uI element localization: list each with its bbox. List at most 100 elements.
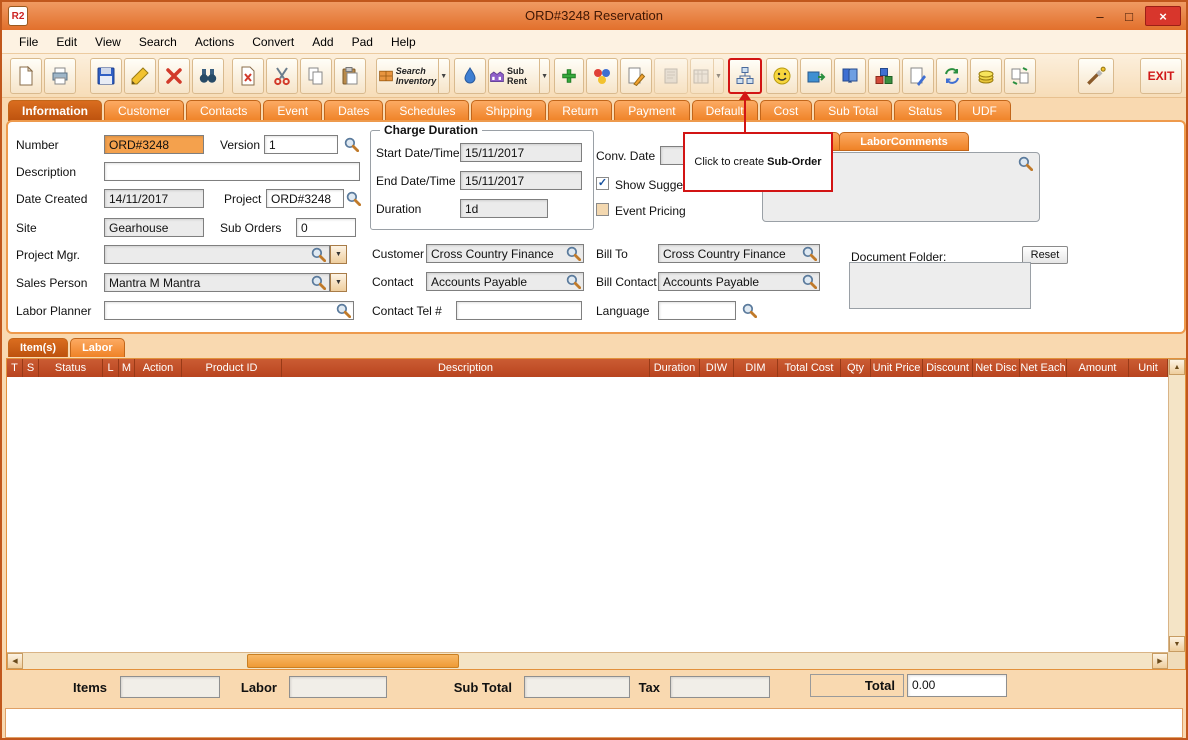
scroll-down-arrow[interactable]: ▼ bbox=[1169, 636, 1185, 652]
tab-labor[interactable]: Labor bbox=[70, 338, 125, 357]
create-sub-order-button[interactable] bbox=[728, 58, 762, 94]
scroll-right-arrow[interactable]: ▶ bbox=[1152, 653, 1168, 669]
menu-pad[interactable]: Pad bbox=[343, 32, 382, 52]
menu-view[interactable]: View bbox=[86, 32, 130, 52]
tab-status[interactable]: Status bbox=[894, 100, 956, 121]
col-dim[interactable]: DIM bbox=[734, 359, 778, 377]
project-mgr-field[interactable] bbox=[104, 245, 330, 264]
description-field[interactable] bbox=[104, 162, 360, 181]
col-total-cost[interactable]: Total Cost bbox=[778, 359, 841, 377]
database-button[interactable] bbox=[868, 58, 900, 94]
version-field[interactable]: 1 bbox=[264, 135, 338, 154]
maximize-button[interactable]: □ bbox=[1116, 6, 1142, 26]
site-field[interactable]: Gearhouse bbox=[104, 218, 204, 237]
minimize-button[interactable]: – bbox=[1087, 6, 1113, 26]
start-date-field[interactable]: 15/11/2017 bbox=[460, 143, 582, 162]
tab-labor-comments[interactable]: LaborComments bbox=[839, 132, 969, 151]
feedback-button[interactable] bbox=[766, 58, 798, 94]
col-description[interactable]: Description bbox=[282, 359, 650, 377]
title-bar[interactable]: R2 ORD#3248 Reservation – □ × bbox=[2, 2, 1186, 30]
document-folder-box[interactable] bbox=[849, 262, 1031, 309]
col-unit-price[interactable]: Unit Price bbox=[871, 359, 923, 377]
tab-udf[interactable]: UDF bbox=[958, 100, 1011, 121]
cut-button[interactable] bbox=[266, 58, 298, 94]
bill-to-field[interactable]: Cross Country Finance bbox=[658, 244, 820, 263]
col-l[interactable]: L bbox=[103, 359, 119, 377]
tab-event[interactable]: Event bbox=[263, 100, 322, 121]
project-mgr-dropdown[interactable]: ▼ bbox=[330, 245, 347, 264]
find-button[interactable] bbox=[192, 58, 224, 94]
ship-button[interactable] bbox=[800, 58, 832, 94]
contact-tel-field[interactable] bbox=[456, 301, 582, 320]
tab-contacts[interactable]: Contacts bbox=[186, 100, 261, 121]
event-pricing-checkbox[interactable] bbox=[596, 203, 609, 216]
col-product-id[interactable]: Product ID bbox=[182, 359, 282, 377]
col-amount[interactable]: Amount bbox=[1067, 359, 1129, 377]
version-search-icon[interactable] bbox=[344, 137, 359, 152]
close-button[interactable]: × bbox=[1145, 6, 1181, 26]
scroll-left-arrow[interactable]: ◀ bbox=[7, 653, 23, 669]
menu-convert[interactable]: Convert bbox=[243, 32, 303, 52]
project-mgr-search-icon[interactable] bbox=[311, 247, 326, 262]
labor-planner-search-icon[interactable] bbox=[336, 303, 351, 318]
end-date-field[interactable]: 15/11/2017 bbox=[460, 171, 582, 190]
number-field[interactable]: ORD#3248 bbox=[104, 135, 204, 154]
catalog-button[interactable] bbox=[834, 58, 866, 94]
add-item-button[interactable] bbox=[554, 58, 584, 94]
currency-exchange-button[interactable] bbox=[1004, 58, 1036, 94]
save-button[interactable] bbox=[90, 58, 122, 94]
sales-person-search-icon[interactable] bbox=[311, 275, 326, 290]
tab-information[interactable]: Information bbox=[8, 100, 102, 121]
menu-edit[interactable]: Edit bbox=[47, 32, 86, 52]
tab-shipping[interactable]: Shipping bbox=[471, 100, 546, 121]
sub-orders-field[interactable]: 0 bbox=[296, 218, 356, 237]
col-m[interactable]: M bbox=[119, 359, 135, 377]
col-unit[interactable]: Unit bbox=[1129, 359, 1168, 377]
money-button[interactable] bbox=[970, 58, 1002, 94]
contact-field[interactable]: Accounts Payable bbox=[426, 272, 584, 291]
customer-field[interactable]: Cross Country Finance bbox=[426, 244, 584, 263]
col-s[interactable]: S bbox=[23, 359, 39, 377]
tab-sub-total[interactable]: Sub Total bbox=[814, 100, 892, 121]
contact-search-icon[interactable] bbox=[566, 274, 581, 289]
tab-items[interactable]: Item(s) bbox=[8, 338, 68, 357]
search-inventory-dropdown[interactable]: ▼ bbox=[438, 59, 448, 93]
delete-button[interactable] bbox=[158, 58, 190, 94]
language-field[interactable] bbox=[658, 301, 736, 320]
bill-contact-search-icon[interactable] bbox=[802, 274, 817, 289]
comments-search-icon[interactable] bbox=[1018, 156, 1033, 171]
new-order-button[interactable] bbox=[10, 58, 42, 94]
tab-cost[interactable]: Cost bbox=[760, 100, 813, 121]
col-net-each[interactable]: Net Each bbox=[1020, 359, 1067, 377]
edit-document-button[interactable] bbox=[902, 58, 934, 94]
bill-to-search-icon[interactable] bbox=[802, 246, 817, 261]
col-diw[interactable]: DIW bbox=[700, 359, 734, 377]
scroll-up-arrow[interactable]: ▲ bbox=[1169, 359, 1185, 375]
show-suggest-checkbox[interactable]: ✓ bbox=[596, 177, 609, 190]
exit-button[interactable]: EXIT bbox=[1140, 58, 1182, 94]
tab-schedules[interactable]: Schedules bbox=[385, 100, 469, 121]
col-status[interactable]: Status bbox=[39, 359, 103, 377]
menu-actions[interactable]: Actions bbox=[186, 32, 243, 52]
col-net-disc[interactable]: Net Disc bbox=[973, 359, 1020, 377]
edit-note-button[interactable] bbox=[620, 58, 652, 94]
duration-field[interactable]: 1d bbox=[460, 199, 548, 218]
col-t[interactable]: T bbox=[7, 359, 23, 377]
menu-search[interactable]: Search bbox=[130, 32, 186, 52]
horizontal-scroll-thumb[interactable] bbox=[247, 654, 459, 668]
cut-document-button[interactable] bbox=[232, 58, 264, 94]
language-search-icon[interactable] bbox=[742, 303, 757, 318]
col-duration[interactable]: Duration bbox=[650, 359, 700, 377]
project-field[interactable]: ORD#3248 bbox=[266, 189, 344, 208]
refresh-rates-button[interactable] bbox=[936, 58, 968, 94]
edit-button[interactable] bbox=[124, 58, 156, 94]
sub-rent-dropdown[interactable]: ▼ bbox=[539, 59, 549, 93]
col-action[interactable]: Action bbox=[135, 359, 182, 377]
sales-person-field[interactable]: Mantra M Mantra bbox=[104, 273, 330, 292]
menu-help[interactable]: Help bbox=[382, 32, 425, 52]
group-items-button[interactable] bbox=[586, 58, 618, 94]
paste-button[interactable] bbox=[334, 58, 366, 94]
table-body[interactable] bbox=[7, 377, 1168, 652]
tab-return[interactable]: Return bbox=[548, 100, 612, 121]
col-discount[interactable]: Discount bbox=[923, 359, 973, 377]
